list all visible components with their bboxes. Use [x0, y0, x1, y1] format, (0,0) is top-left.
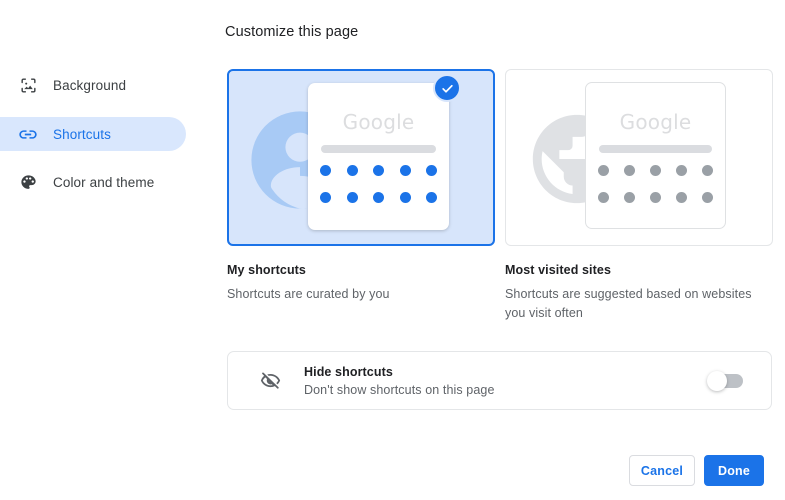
sidebar-item-label: Shortcuts	[53, 126, 111, 142]
shortcut-dot-row	[598, 192, 713, 203]
customize-panel: Customize this page Google Google My sho…	[200, 0, 785, 500]
search-bar-placeholder	[599, 145, 712, 153]
shortcut-dot	[426, 192, 437, 203]
settings-sidebar: Background Shortcuts Color and theme	[0, 0, 200, 500]
shortcut-dot-row	[320, 192, 437, 203]
shortcut-dot	[346, 192, 358, 203]
shortcut-dot	[426, 165, 437, 176]
toggle-knob	[707, 370, 727, 391]
ntp-preview: Google	[585, 82, 726, 229]
google-logo-text: Google	[342, 110, 415, 134]
shortcut-dot	[598, 165, 609, 176]
option-title: Most visited sites	[505, 263, 611, 277]
shortcut-dot	[399, 165, 411, 176]
shortcut-dot	[346, 165, 358, 176]
page-title: Customize this page	[225, 24, 359, 40]
option-description: Shortcuts are curated by you	[227, 287, 390, 301]
shortcut-dot	[320, 192, 331, 203]
shortcut-dot	[598, 192, 609, 203]
palette-icon	[18, 172, 38, 192]
sidebar-item-color-and-theme[interactable]: Color and theme	[0, 165, 186, 199]
shortcut-dot	[624, 165, 635, 176]
sidebar-item-shortcuts[interactable]: Shortcuts	[0, 117, 186, 151]
eye-off-icon	[258, 369, 282, 393]
shortcut-dot-row	[598, 165, 713, 176]
option-caption-most-visited-sites: Most visited sites Shortcuts are suggest…	[505, 263, 767, 323]
shortcut-dot	[373, 165, 384, 176]
shortcut-dots-grid	[598, 165, 713, 203]
option-title: My shortcuts	[227, 263, 306, 277]
image-icon	[18, 75, 38, 95]
shortcut-dot	[650, 192, 661, 203]
dialog-footer: Cancel Done	[629, 455, 764, 486]
ntp-preview: Google	[308, 83, 449, 230]
sidebar-item-label: Color and theme	[53, 174, 155, 190]
shortcut-dot	[399, 192, 411, 203]
google-logo-text: Google	[619, 110, 692, 134]
shortcut-dot	[624, 192, 635, 203]
hide-shortcuts-texts: Hide shortcuts Don't show shortcuts on t…	[304, 365, 709, 397]
shortcut-dot	[702, 165, 713, 176]
shortcut-dot	[676, 192, 687, 203]
shortcut-dot	[702, 192, 713, 203]
hide-shortcuts-description: Don't show shortcuts on this page	[304, 382, 495, 397]
option-card-my-shortcuts[interactable]: Google	[227, 69, 495, 246]
done-button[interactable]: Done	[704, 455, 764, 486]
shortcut-dot	[650, 165, 661, 176]
shortcut-dot-row	[320, 165, 437, 176]
option-description: Shortcuts are suggested based on website…	[505, 287, 752, 320]
shortcut-dots-grid	[320, 165, 437, 203]
shortcut-dot	[320, 165, 331, 176]
hide-shortcuts-row[interactable]: Hide shortcuts Don't show shortcuts on t…	[227, 351, 772, 410]
link-icon	[18, 124, 38, 144]
sidebar-item-label: Background	[53, 77, 127, 93]
cancel-button[interactable]: Cancel	[629, 455, 695, 486]
option-caption-my-shortcuts: My shortcuts Shortcuts are curated by yo…	[227, 263, 489, 304]
shortcut-dot	[373, 192, 384, 203]
option-card-most-visited-sites[interactable]: Google	[505, 69, 773, 246]
search-bar-placeholder	[321, 145, 436, 153]
hide-shortcuts-title: Hide shortcuts	[304, 364, 393, 379]
selected-check-icon	[433, 74, 461, 102]
hide-shortcuts-toggle[interactable]	[707, 370, 743, 391]
sidebar-item-background[interactable]: Background	[0, 68, 186, 102]
shortcut-dot	[676, 165, 687, 176]
